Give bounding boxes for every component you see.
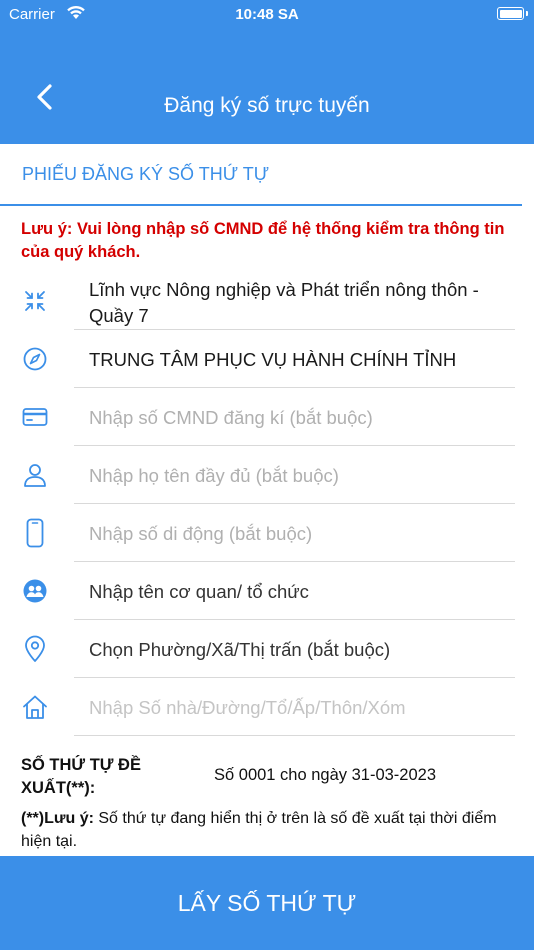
service-field[interactable]: Lĩnh vực Nông nghiệp và Phát triển nông … (74, 272, 515, 330)
id-card-icon (20, 402, 50, 432)
battery-icon (497, 7, 524, 20)
fullname-placeholder: Nhập họ tên đầy đủ (bắt buộc) (89, 465, 339, 486)
fullname-field-row[interactable]: Nhập họ tên đầy đủ (bắt buộc) (0, 446, 534, 504)
compass-icon (20, 344, 50, 374)
organization-input[interactable]: Nhập tên cơ quan/ tổ chức (74, 562, 515, 620)
service-field-value: Lĩnh vực Nông nghiệp và Phát triển nông … (89, 279, 479, 326)
cmnd-notice: Lưu ý: Vui lòng nhập số CMND để hệ thống… (21, 220, 505, 261)
page-title: Đăng ký số trực tuyến (164, 94, 370, 117)
home-icon (20, 692, 50, 722)
get-number-button[interactable]: LẤY SỐ THỨ TỰ (0, 856, 534, 950)
ward-placeholder: Chọn Phường/Xã/Thị trấn (bắt buộc) (89, 639, 391, 660)
mobile-placeholder: Nhập số di động (bắt buộc) (89, 523, 313, 544)
form-section-title: PHIẾU ĐĂNG KÝ SỐ THỨ TỰ (22, 164, 270, 184)
service-field-row[interactable]: Lĩnh vực Nông nghiệp và Phát triển nông … (0, 272, 534, 330)
location-pin-icon (20, 634, 50, 664)
footnote-prefix: (**)Lưu ý: (21, 810, 94, 827)
center-field[interactable]: TRUNG TÂM PHỤC VỤ HÀNH CHÍNH TỈNH (74, 330, 515, 388)
app-header: Carrier 10:48 SA Đăng ký số trực tuyến (0, 0, 534, 144)
compress-arrows-icon (20, 286, 50, 316)
center-field-value: TRUNG TÂM PHỤC VỤ HÀNH CHÍNH TỈNH (89, 349, 457, 370)
address-field-row[interactable]: Nhập Số nhà/Đường/Tổ/Ấp/Thôn/Xóm (0, 678, 534, 736)
organization-placeholder: Nhập tên cơ quan/ tổ chức (89, 581, 309, 602)
center-field-row[interactable]: TRUNG TÂM PHỤC VỤ HÀNH CHÍNH TỈNH (0, 330, 534, 388)
clock: 10:48 SA (235, 6, 299, 23)
user-icon (20, 460, 50, 490)
proposed-number-value: Số 0001 cho ngày 31-03-2023 (214, 766, 437, 784)
battery-tip (526, 11, 528, 16)
mobile-input[interactable]: Nhập số di động (bắt buộc) (74, 504, 515, 562)
footnote: (**)Lưu ý: Số thứ tự đang hiển thị ở trê… (21, 807, 521, 853)
address-input[interactable]: Nhập Số nhà/Đường/Tổ/Ấp/Thôn/Xóm (74, 678, 515, 736)
fullname-input[interactable]: Nhập họ tên đầy đủ (bắt buộc) (74, 446, 515, 504)
cmnd-input[interactable]: Nhập số CMND đăng kí (bắt buộc) (74, 388, 515, 446)
ward-select[interactable]: Chọn Phường/Xã/Thị trấn (bắt buộc) (74, 620, 515, 678)
ward-field-row[interactable]: Chọn Phường/Xã/Thị trấn (bắt buộc) (0, 620, 534, 678)
mobile-phone-icon (20, 518, 50, 548)
proposed-number-label: SỐ THỨ TỰ ĐỀ XUẤT(**): (21, 756, 141, 797)
cmnd-field-row[interactable]: Nhập số CMND đăng kí (bắt buộc) (0, 388, 534, 446)
address-placeholder: Nhập Số nhà/Đường/Tổ/Ấp/Thôn/Xóm (89, 697, 406, 718)
status-bar: Carrier 10:48 SA (0, 0, 534, 30)
cmnd-placeholder: Nhập số CMND đăng kí (bắt buộc) (89, 407, 373, 428)
section-divider (0, 204, 522, 206)
organization-field-row[interactable]: Nhập tên cơ quan/ tổ chức (0, 562, 534, 620)
organization-icon (20, 576, 50, 606)
mobile-field-row[interactable]: Nhập số di động (bắt buộc) (0, 504, 534, 562)
